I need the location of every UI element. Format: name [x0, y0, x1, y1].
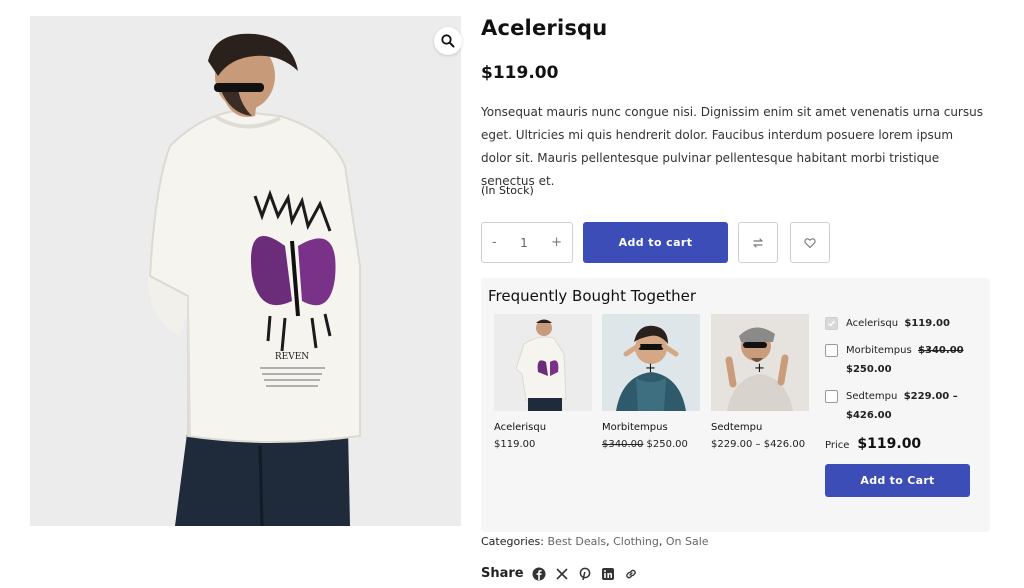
fbt-option-label: Morbitempus $340.00 $250.00 [846, 341, 964, 379]
facebook-icon[interactable] [532, 566, 547, 581]
pinterest-icon[interactable] [578, 566, 593, 581]
fbt-product-card[interactable]: Morbitempus $340.00 $250.00 + [602, 314, 700, 450]
fbt-product-name[interactable]: Sedtempu [711, 422, 809, 433]
share-label: Share [481, 566, 524, 581]
x-icon[interactable] [555, 566, 570, 581]
fbt-option-row[interactable]: Morbitempus $340.00 $250.00 [825, 341, 975, 379]
fbt-option-label: Sedtempu $229.00 – $426.00 [846, 387, 958, 425]
model-shirt-illustration: REVEN [30, 16, 461, 526]
fbt-total-value: $119.00 [857, 436, 922, 452]
fbt-total: Price $119.00 [825, 436, 921, 452]
fbt-option-name: Sedtempu [846, 391, 898, 402]
category-separator: , [658, 535, 663, 548]
add-to-cart-button[interactable]: Add to cart [583, 222, 728, 263]
fbt-total-label: Price [825, 440, 850, 451]
fbt-option-label: Acelerisqu $119.00 [846, 314, 950, 333]
shirt-print-text: REVEN [275, 352, 309, 362]
product-main-image[interactable]: REVEN [30, 16, 461, 526]
product-price: $119.00 [481, 63, 559, 83]
fbt-option-price: $250.00 [846, 364, 892, 375]
fbt-option-price-max: $426.00 [846, 410, 892, 421]
check-icon [828, 320, 836, 327]
category-separator: , [606, 535, 610, 548]
fbt-option-row[interactable]: Sedtempu $229.00 – $426.00 [825, 387, 975, 425]
fbt-option-row[interactable]: Acelerisqu $119.00 [825, 314, 975, 333]
fbt-option-list: Acelerisqu $119.00 Morbitempus $340.00 $2… [825, 314, 975, 433]
fbt-price-current: $250.00 [646, 439, 688, 450]
fbt-product-price: $119.00 [494, 439, 592, 450]
link-icon[interactable] [624, 566, 639, 581]
wishlist-button[interactable] [790, 222, 830, 263]
heart-icon [804, 237, 816, 248]
fbt-option-price: $229.00 – [903, 391, 958, 402]
fbt-price-current: $119.00 [494, 439, 536, 450]
product-categories: Categories: Best Deals, Clothing, On Sal… [481, 535, 709, 548]
product-title: Acelerisqu [481, 16, 608, 40]
fbt-plus-icon: + [754, 361, 765, 376]
quantity-stepper[interactable]: - 1 + [481, 222, 573, 263]
fbt-plus-icon: + [645, 361, 656, 376]
compare-arrows-icon [753, 237, 763, 248]
fbt-option-old-price: $340.00 [918, 345, 964, 356]
fbt-product-name[interactable]: Acelerisqu [494, 422, 592, 433]
quantity-input[interactable]: 1 [520, 236, 528, 250]
fbt-price-old: $340.00 [602, 439, 644, 450]
linkedin-icon[interactable] [601, 566, 616, 581]
fbt-option-price: $119.00 [904, 318, 950, 329]
category-link-best-deals[interactable]: Best Deals [548, 535, 607, 548]
categories-label: Categories: [481, 535, 544, 548]
fbt-product-card[interactable]: Acelerisqu $119.00 [494, 314, 592, 450]
category-link-clothing[interactable]: Clothing [613, 535, 659, 548]
fbt-product-card[interactable]: Sedtempu $229.00 – $426.00 + [711, 314, 809, 450]
frequently-bought-together: Frequently Bought Together Acelerisqu $1… [481, 278, 990, 532]
fbt-add-to-cart-button[interactable]: Add to Cart [825, 464, 970, 497]
quantity-decrease-button[interactable]: - [492, 235, 497, 250]
fbt-option-name: Morbitempus [846, 345, 912, 356]
fbt-product-price: $340.00 $250.00 [602, 439, 700, 450]
product-description: Yonsequat mauris nunc congue nisi. Digni… [481, 105, 983, 188]
share-bar: Share [481, 566, 639, 581]
fbt-option-name: Acelerisqu [846, 318, 899, 329]
fbt-product-image[interactable] [494, 314, 592, 411]
fbt-product-name[interactable]: Morbitempus [602, 422, 700, 433]
fbt-price-current: $229.00 – $426.00 [711, 439, 806, 450]
category-link-on-sale[interactable]: On Sale [666, 535, 709, 548]
stock-status: (In Stock) [481, 184, 534, 197]
fbt-option-checkbox[interactable] [825, 317, 838, 330]
compare-button[interactable] [738, 222, 778, 263]
fbt-title: Frequently Bought Together [488, 287, 697, 305]
quantity-increase-button[interactable]: + [551, 235, 562, 250]
fbt-option-checkbox[interactable] [825, 344, 838, 357]
fbt-product-price: $229.00 – $426.00 [711, 439, 809, 450]
search-icon [441, 34, 455, 48]
fbt-option-checkbox[interactable] [825, 390, 838, 403]
zoom-button[interactable] [434, 27, 462, 55]
